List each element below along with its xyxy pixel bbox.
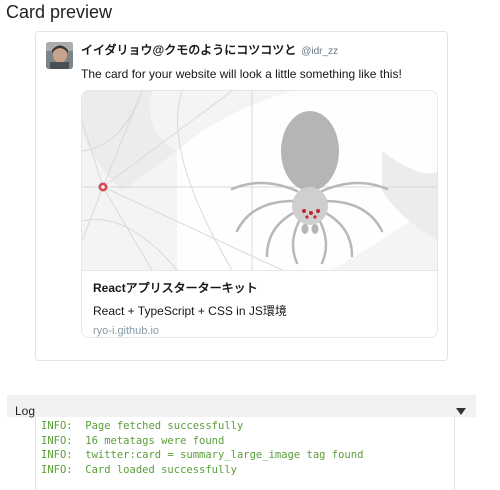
link-card[interactable]: Reactアプリスターターキット React + TypeScript + CS… [81, 90, 438, 338]
author-name-line: イイダリョウ@クモのようにコツコツと @idr_zz [81, 41, 338, 58]
log-line: INFO: Card loaded successfully [41, 463, 237, 476]
log-line: INFO: 16 metatags were found [41, 434, 225, 447]
card-title: Reactアプリスターターキット [93, 281, 258, 295]
avatar-photo-icon [46, 42, 73, 69]
log-panel: INFO: Page fetched successfully INFO: 16… [35, 417, 455, 490]
spider-illustration-icon [82, 91, 437, 270]
log-title: Log [15, 404, 36, 418]
triangle-down-icon[interactable] [456, 408, 466, 415]
author-name[interactable]: イイダリョウ@クモのようにコツコツと [81, 43, 296, 57]
card-domain: ryo-i.github.io [93, 325, 160, 337]
page-title: Card preview [6, 2, 113, 22]
card-description: React + TypeScript + CSS in JS環境 [93, 304, 287, 318]
tweet-card-preview: イイダリョウ@クモのようにコツコツと @idr_zz The card for y… [35, 31, 448, 361]
card-body: Reactアプリスターターキット React + TypeScript + CS… [82, 270, 437, 337]
log-header[interactable]: Log [7, 395, 476, 418]
log-line: INFO: twitter:card = summary_large_image… [41, 449, 364, 461]
tweet-text: The card for your website will look a li… [81, 67, 402, 81]
log-line: INFO: Page fetched successfully [41, 420, 244, 432]
author-avatar[interactable] [46, 42, 73, 69]
author-handle[interactable]: @idr_zz [301, 46, 338, 57]
